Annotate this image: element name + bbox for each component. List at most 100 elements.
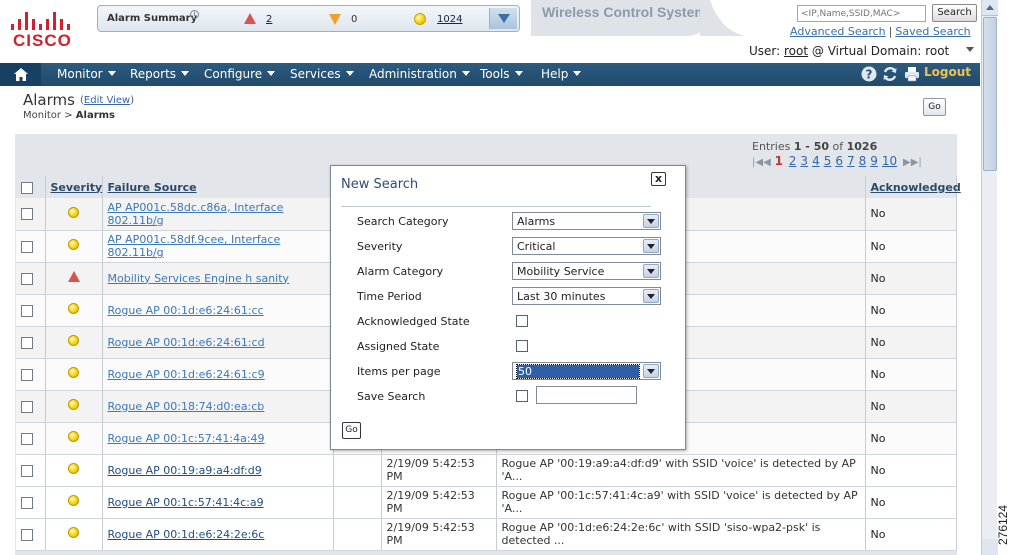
help-icon[interactable]: ?	[861, 66, 877, 82]
logout-link[interactable]: Logout	[924, 65, 971, 79]
scrollbar-thumb[interactable]	[983, 17, 997, 171]
search-links-separator: |	[888, 25, 893, 38]
close-icon[interactable]: x	[651, 172, 666, 186]
items-per-page-value: 50	[516, 364, 640, 379]
menu-administration[interactable]: Administration	[369, 67, 470, 81]
info-icon[interactable]: i	[190, 10, 199, 19]
failure-source-link[interactable]: Rogue AP 00:1d:e6:24:61:c9	[108, 368, 265, 381]
failure-source-link[interactable]: Rogue AP 00:1c:57:41:4a:49	[108, 432, 265, 445]
row-checkbox[interactable]	[21, 464, 33, 477]
items-per-page-select[interactable]: 50	[512, 362, 661, 380]
row-select-cell	[16, 262, 46, 295]
top-go-button[interactable]: Go	[923, 98, 946, 116]
failure-source-link[interactable]: Rogue AP 00:1c:57:41:4c:a9	[108, 496, 264, 509]
search-input[interactable]	[797, 5, 926, 22]
print-icon[interactable]	[904, 66, 920, 82]
save-search-name-input[interactable]	[536, 386, 637, 404]
menu-tools[interactable]: Tools	[480, 67, 523, 81]
vertical-scrollbar[interactable]	[981, 0, 998, 555]
menu-help[interactable]: Help	[541, 67, 582, 81]
acknowledged-state-checkbox[interactable]	[516, 315, 528, 327]
user-name-link[interactable]: root	[784, 44, 808, 58]
page-link[interactable]: 3	[800, 154, 808, 168]
failure-source-link[interactable]: Rogue AP 00:1d:e6:24:61:cc	[108, 304, 264, 317]
search-button[interactable]: Search	[932, 4, 977, 22]
save-search-checkbox[interactable]	[516, 390, 528, 402]
table-row[interactable]: Rogue AP 00:1c:57:41:4c:a9 2/19/09 5:42:5…	[16, 486, 957, 519]
row-checkbox[interactable]	[21, 368, 33, 381]
row-checkbox[interactable]	[21, 304, 33, 317]
page-link[interactable]: 5	[824, 154, 832, 168]
page-link[interactable]: 9	[870, 154, 878, 168]
row-checkbox[interactable]	[21, 400, 33, 413]
acknowledged-header[interactable]: Acknowledged	[865, 176, 961, 198]
severity-value: Critical	[517, 240, 556, 253]
failure-source-link[interactable]: AP AP001c.58dc.c86a, Interface 802.11b/g	[108, 201, 284, 227]
home-button[interactable]	[0, 63, 41, 86]
next-page-icon[interactable]: ▶	[903, 157, 911, 168]
chevron-down-icon[interactable]	[966, 47, 974, 52]
failure-source-link[interactable]: Rogue AP 00:1d:e6:24:61:cd	[108, 336, 265, 349]
row-checkbox[interactable]	[21, 528, 33, 541]
page-link[interactable]: 7	[847, 154, 855, 168]
page-link[interactable]: 10	[882, 154, 897, 168]
failure-source-link[interactable]: Rogue AP 00:1d:e6:24:2e:6c	[108, 528, 265, 541]
table-row[interactable]: Rogue AP 00:1d:e6:24:2e:6c 2/19/09 5:42:5…	[16, 518, 957, 551]
failure-source-header[interactable]: Failure Source	[102, 176, 334, 198]
menu-reports[interactable]: Reports	[130, 67, 190, 81]
menu-monitor[interactable]: Monitor	[57, 67, 116, 81]
chevron-down-icon[interactable]	[643, 364, 659, 378]
chevron-down-icon[interactable]	[643, 214, 659, 228]
failure-source-link[interactable]: Rogue AP 00:19:a9:a4:df:d9	[108, 464, 262, 477]
select-all-checkbox[interactable]	[21, 181, 33, 194]
row-checkbox[interactable]	[21, 496, 33, 509]
row-select-cell	[16, 390, 46, 423]
search-category-select[interactable]: Alarms	[512, 212, 661, 230]
page-link[interactable]: 2	[789, 154, 797, 168]
previous-page-icon[interactable]: ◀	[763, 157, 771, 168]
chevron-down-icon[interactable]	[643, 239, 659, 253]
dialog-go-button[interactable]: Go	[342, 422, 361, 439]
menu-configure[interactable]: Configure	[204, 67, 276, 81]
failure-source-cell: Mobility Services Engine h sanity	[102, 262, 334, 295]
row-select-cell	[16, 454, 46, 487]
breadcrumb-parent[interactable]: Monitor	[23, 110, 61, 121]
minor-alarm-count[interactable]: 1024	[437, 14, 462, 25]
time-period-select[interactable]: Last 30 minutes	[512, 287, 661, 305]
table-row[interactable]: Rogue AP 00:19:a9:a4:df:d9 2/19/09 5:42:5…	[16, 454, 957, 487]
assigned-state-checkbox[interactable]	[516, 340, 528, 352]
page-link[interactable]: 6	[835, 154, 843, 168]
saved-search-link[interactable]: Saved Search	[895, 25, 970, 38]
menu-services[interactable]: Services	[290, 67, 354, 81]
row-checkbox[interactable]	[21, 272, 33, 285]
scroll-up-icon[interactable]	[982, 0, 998, 16]
failure-source-link[interactable]: Mobility Services Engine h sanity	[108, 272, 290, 285]
chevron-down-icon[interactable]	[643, 289, 659, 303]
advanced-search-link[interactable]: Advanced Search	[790, 25, 886, 38]
failure-source-link[interactable]: Rogue AP 00:18:74:d0:ea:cb	[108, 400, 265, 413]
minor-alarm-icon	[68, 463, 79, 474]
refresh-icon[interactable]	[882, 66, 898, 82]
last-page-icon[interactable]: ▶|	[911, 157, 922, 168]
acknowledged-cell: No	[865, 454, 957, 487]
row-checkbox[interactable]	[21, 240, 33, 253]
failure-source-link[interactable]: AP AP001c.58df.9cee, Interface 802.11b/g	[108, 233, 281, 259]
row-checkbox[interactable]	[21, 336, 33, 349]
svg-text:?: ?	[866, 68, 873, 82]
alarm-category-select[interactable]: Mobility Service	[512, 262, 661, 280]
page-link[interactable]: 4	[812, 154, 820, 168]
header: CISCO Alarm Summary i 2 0 1024 Wireless …	[0, 0, 980, 63]
alarm-summary-toggle-icon[interactable]	[489, 8, 517, 29]
alarm-summary-bar[interactable]: Alarm Summary i 2 0 1024	[97, 5, 520, 32]
row-checkbox[interactable]	[21, 432, 33, 445]
edit-view-link[interactable]: Edit View	[84, 95, 130, 106]
chevron-down-icon[interactable]	[643, 264, 659, 278]
severity-header[interactable]: Severity	[45, 176, 103, 198]
chevron-down-icon	[181, 71, 190, 76]
row-checkbox[interactable]	[21, 208, 33, 221]
critical-alarm-count[interactable]: 2	[266, 14, 272, 25]
minor-alarm-icon	[68, 335, 79, 346]
severity-select[interactable]: Critical	[512, 237, 661, 255]
page-link[interactable]: 8	[859, 154, 867, 168]
first-page-icon[interactable]: |◀	[752, 157, 763, 168]
